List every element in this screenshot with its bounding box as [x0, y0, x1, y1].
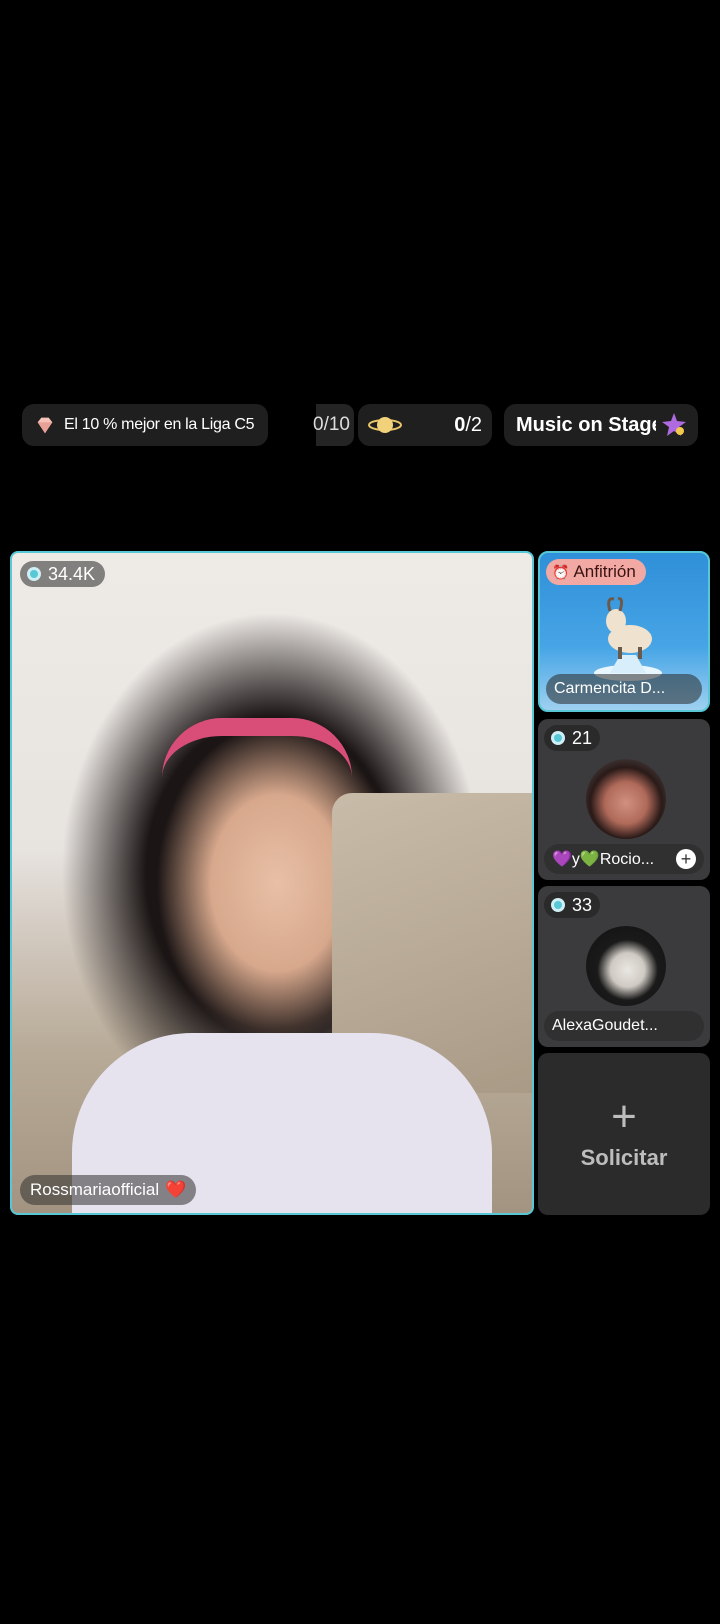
- goat-avatar-icon: [594, 597, 662, 681]
- planet-counter: 0/2: [454, 413, 482, 436]
- host-name: Carmencita D...: [554, 680, 666, 697]
- league-text: El 10 % mejor en la Liga C5: [64, 416, 255, 433]
- request-join-button[interactable]: + Solicitar: [538, 1053, 710, 1215]
- host-badge: ⏰ Anfitrión: [546, 559, 646, 585]
- guest1-name: 💜y💚Rocio...: [552, 851, 655, 868]
- league-rank-pill[interactable]: El 10 % mejor en la Liga C5: [22, 404, 268, 446]
- viewer-count-badge[interactable]: 34.4K: [20, 561, 106, 587]
- progress-pill[interactable]: 0/10: [313, 404, 354, 446]
- host-name-tag[interactable]: Carmencita D...: [546, 674, 702, 704]
- music-text: Music on Stage: [516, 413, 656, 436]
- guest1-viewer-count: 21: [572, 727, 593, 748]
- guest-tile-1[interactable]: 21 💜y💚Rocio... +: [538, 719, 710, 880]
- heart-icon: ❤️: [165, 1180, 187, 1199]
- star-wand-icon: [662, 413, 686, 436]
- planet-goal-pill[interactable]: 0/2: [358, 404, 492, 446]
- guest2-viewer-badge: 33: [544, 892, 601, 918]
- viewers-icon: [551, 898, 565, 912]
- guest1-viewer-badge: 21: [544, 725, 601, 751]
- viewers-icon: [27, 567, 41, 581]
- planet-icon: [368, 417, 402, 433]
- viewers-icon: [551, 731, 565, 745]
- streamer-headband: [162, 718, 352, 778]
- guest2-avatar[interactable]: [586, 926, 666, 1006]
- host-tile[interactable]: ⏰ Anfitrión Carmencita D...: [538, 551, 710, 712]
- streamer-name: Rossmariaofficial: [30, 1180, 160, 1199]
- alarm-icon: ⏰: [552, 563, 570, 580]
- request-label: Solicitar: [580, 1145, 668, 1170]
- viewer-count: 34.4K: [48, 563, 96, 584]
- main-stream-video[interactable]: 34.4K Rossmariaofficial ❤️: [10, 551, 534, 1215]
- guest1-avatar[interactable]: [586, 759, 666, 839]
- guest-tile-2[interactable]: 33 AlexaGoudet...: [538, 886, 710, 1047]
- streamer-name-tag[interactable]: Rossmariaofficial ❤️: [20, 1175, 197, 1205]
- plus-icon: +: [611, 1092, 637, 1141]
- guest1-name-tag[interactable]: 💜y💚Rocio... +: [544, 844, 704, 874]
- guest2-name: AlexaGoudet...: [552, 1017, 658, 1034]
- guest2-name-tag[interactable]: AlexaGoudet...: [544, 1011, 704, 1041]
- music-on-stage-pill[interactable]: Music on Stage: [504, 404, 698, 446]
- follow-plus-button[interactable]: +: [676, 849, 696, 869]
- guest2-viewer-count: 33: [572, 894, 593, 915]
- progress-text: 0/10: [313, 414, 350, 435]
- host-badge-label: Anfitrión: [573, 562, 636, 581]
- diamond-icon: [37, 417, 53, 434]
